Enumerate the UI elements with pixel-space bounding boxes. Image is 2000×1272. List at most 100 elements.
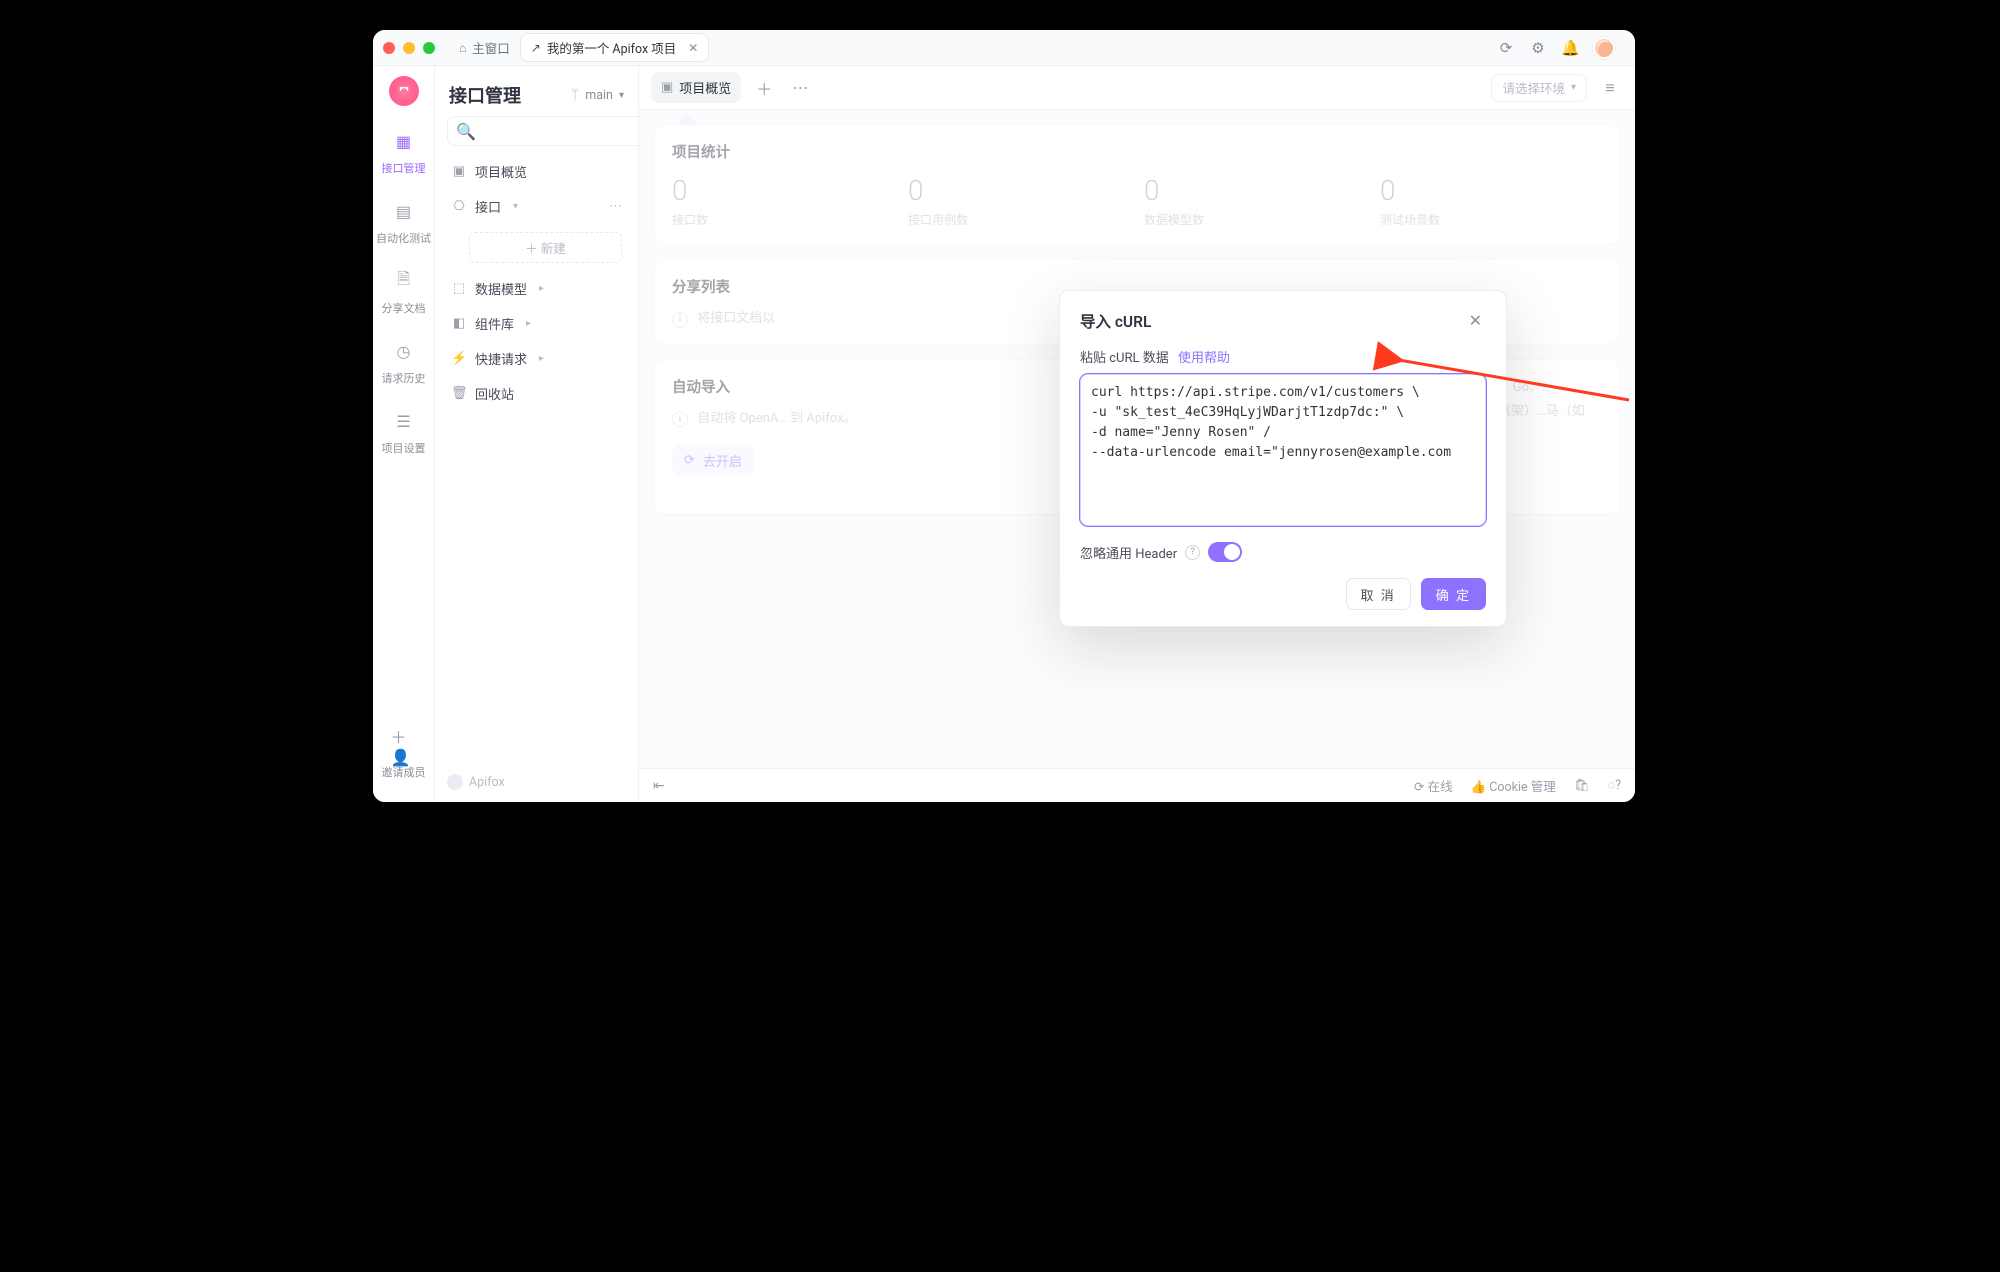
modal-title: 导入 cURL (1080, 310, 1151, 332)
sidebar-item-trash[interactable]: 🗑 回收站 (435, 376, 638, 411)
sidebar-item-label: 数据模型 (475, 279, 527, 298)
gift-icon[interactable]: 🛍 (1574, 778, 1590, 793)
overview-tab-icon: ▣ (661, 80, 673, 95)
project-settings-icon: ☰ (391, 408, 417, 434)
curl-textarea[interactable] (1080, 374, 1486, 526)
search-input[interactable]: 🔍 (447, 116, 647, 146)
modal-close-button[interactable]: ✕ (1465, 309, 1486, 333)
external-link-icon: ↗ (531, 41, 541, 55)
more-icon: ⋯ (792, 78, 808, 97)
plus-icon: ＋ (756, 76, 772, 100)
search-field[interactable] (482, 124, 638, 138)
app-window: ⌂ 主窗口 ↗ 我的第一个 Apifox 项目 ✕ ⟳ ⚙ 🔔 (373, 30, 1635, 802)
avatar[interactable] (1593, 37, 1615, 59)
rail-label: 请求历史 (382, 370, 426, 386)
close-icon: ✕ (1469, 311, 1482, 330)
panel-toggle-button[interactable]: ≡ (1597, 75, 1623, 101)
modal-label: 粘贴 cURL 数据 使用帮助 (1080, 347, 1486, 366)
rail-label: 项目设置 (382, 440, 426, 456)
content-tabs: ▣ 项目概览 ＋ ⋯ 请选择环境 ▾ ≡ (639, 66, 1635, 110)
sidebar-item-label: 接口 (475, 197, 501, 216)
collapse-sidebar-icon[interactable]: ⇤ (653, 778, 665, 794)
help-icon[interactable]: ◌? (1608, 778, 1621, 793)
rail-item-share[interactable]: 🗎 分享文档 (382, 268, 426, 316)
home-window-label: 主窗口 (472, 38, 510, 57)
sidebar-item-api[interactable]: ⎔ 接口 ▾ ⋯ (435, 189, 638, 224)
settings-icon[interactable]: ⚙ (1529, 39, 1547, 57)
rail-label: 自动化测试 (376, 230, 431, 246)
import-curl-modal: 导入 cURL ✕ 粘贴 cURL 数据 使用帮助 忽略通用 Header (1059, 290, 1507, 627)
confirm-button[interactable]: 确 定 (1421, 578, 1486, 610)
brand-label: Apifox (469, 775, 505, 790)
chevron-down-icon: ▾ (513, 201, 518, 212)
trash-icon: 🗑 (451, 386, 467, 401)
statusbar: ⇤ ⟳ 在线 👍 Cookie 管理 🛍 ◌? (639, 768, 1635, 802)
chevron-down-icon: ▾ (1571, 82, 1576, 93)
window-maximize-icon[interactable] (423, 42, 435, 54)
home-icon: ⌂ (459, 41, 466, 55)
rail-item-automation[interactable]: ▤ 自动化测试 (376, 198, 431, 246)
ignore-header-switch[interactable] (1208, 542, 1242, 562)
more-tabs-button[interactable]: ⋯ (787, 75, 813, 101)
sidebar-item-model[interactable]: ⬚ 数据模型 ▸ (435, 271, 638, 306)
sidebar-item-components[interactable]: ◧ 组件库 ▸ (435, 306, 638, 341)
api-icon: ▦ (391, 128, 417, 154)
rail-item-history[interactable]: ◷ 请求历史 (382, 338, 426, 386)
titlebar: ⌂ 主窗口 ↗ 我的第一个 Apifox 项目 ✕ ⟳ ⚙ 🔔 (373, 30, 1635, 66)
cookie-manage[interactable]: 👍 Cookie 管理 (1471, 776, 1556, 795)
nav-rail: ▦ 接口管理 ▤ 自动化测试 🗎 分享文档 ◷ 请求历史 ☰ 项目设置 (373, 66, 435, 802)
help-link[interactable]: 使用帮助 (1178, 351, 1230, 366)
sync-icon: ⟳ (1414, 780, 1424, 795)
environment-selector[interactable]: 请选择环境 ▾ (1491, 74, 1587, 102)
notifications-icon[interactable]: 🔔 (1561, 39, 1579, 57)
new-button-label: 新建 (541, 242, 566, 257)
components-icon: ◧ (451, 316, 467, 331)
sidebar-item-label: 回收站 (475, 384, 514, 403)
refresh-icon[interactable]: ⟳ (1497, 39, 1515, 57)
status-online[interactable]: ⟳ 在线 (1414, 776, 1453, 795)
btn-label: 取 消 (1361, 585, 1396, 604)
help-icon[interactable]: ? (1185, 545, 1200, 560)
env-placeholder: 请选择环境 (1502, 78, 1565, 97)
thumb-icon: 👍 (1471, 780, 1487, 795)
plus-icon: ＋ (525, 242, 538, 257)
btn-label: 确 定 (1436, 585, 1471, 604)
close-tab-icon[interactable]: ✕ (688, 41, 698, 55)
cancel-button[interactable]: 取 消 (1346, 578, 1411, 610)
quickreq-icon: ⚡ (451, 351, 467, 366)
sidebar-item-label: 项目概览 (475, 162, 527, 181)
rail-item-invite[interactable]: ＋👤 邀请成员 (382, 732, 426, 780)
branch-selector[interactable]: ᛘ main ▾ (571, 87, 624, 103)
rail-label: 接口管理 (382, 160, 426, 176)
automation-icon: ▤ (391, 198, 417, 224)
panel-icon: ≡ (1605, 78, 1614, 98)
sidebar-item-quickreq[interactable]: ⚡ 快捷请求 ▸ (435, 341, 638, 376)
model-icon: ⬚ (451, 281, 467, 296)
window-minimize-icon[interactable] (403, 42, 415, 54)
chevron-right-icon: ▸ (539, 353, 544, 364)
more-icon[interactable]: ⋯ (609, 199, 622, 214)
sidebar-new-button[interactable]: ＋ 新建 (435, 224, 638, 271)
window-close-icon[interactable] (383, 42, 395, 54)
overview-icon: ▣ (451, 164, 467, 179)
sidebar-item-label: 组件库 (475, 314, 514, 333)
home-window-tab[interactable]: ⌂ 主窗口 (449, 34, 520, 61)
sidebar-title: 接口管理 (449, 82, 521, 108)
sidebar: 接口管理 ᛘ main ▾ 🔍 ⚖ ＋ (435, 66, 639, 802)
sidebar-footer-brand: Apifox (435, 764, 638, 802)
tab-overview[interactable]: ▣ 项目概览 (651, 72, 741, 103)
chevron-down-icon: ▾ (619, 90, 624, 101)
api-node-icon: ⎔ (451, 199, 467, 214)
project-window-label: 我的第一个 Apifox 项目 (547, 38, 676, 57)
share-doc-icon: 🗎 (391, 268, 417, 294)
rail-item-api[interactable]: ▦ 接口管理 (382, 128, 426, 176)
add-tab-button[interactable]: ＋ (751, 75, 777, 101)
content-area: ▣ 项目概览 ＋ ⋯ 请选择环境 ▾ ≡ (639, 66, 1635, 802)
project-window-tab[interactable]: ↗ 我的第一个 Apifox 项目 ✕ (520, 33, 710, 62)
app-logo[interactable] (389, 76, 419, 106)
sidebar-item-label: 快捷请求 (475, 349, 527, 368)
sidebar-item-overview[interactable]: ▣ 项目概览 (435, 154, 638, 189)
invite-icon: ＋👤 (391, 732, 417, 758)
branch-name: main (585, 88, 613, 103)
rail-item-settings[interactable]: ☰ 项目设置 (382, 408, 426, 456)
